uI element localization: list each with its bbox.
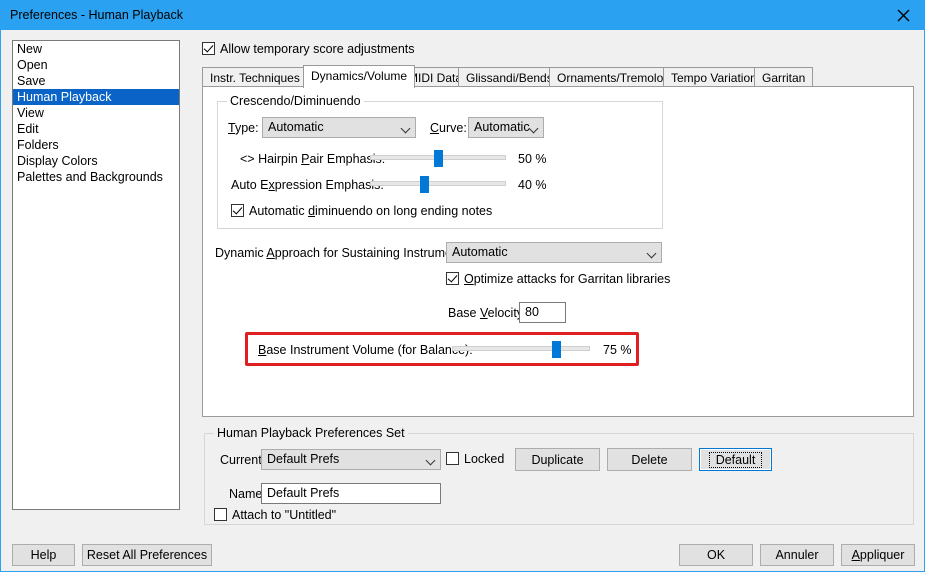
locked-checkbox[interactable]: Locked <box>446 452 504 466</box>
base-instrument-volume-slider[interactable] <box>452 340 590 358</box>
locked-label: Locked <box>464 452 504 466</box>
duplicate-button[interactable]: Duplicate <box>515 448 600 471</box>
slider-thumb[interactable] <box>552 341 561 358</box>
base-instrument-volume-value: 75 % <box>603 343 632 357</box>
slider-thumb[interactable] <box>420 176 429 193</box>
human-playback-preferences-set-group: Human Playback Preferences Set Current: … <box>204 433 914 525</box>
list-item[interactable]: Edit <box>13 121 179 137</box>
automatic-diminuendo-label: Automatic diminuendo on long ending note… <box>249 204 492 218</box>
type-label: Type: <box>228 121 259 135</box>
list-item[interactable]: New <box>13 41 179 57</box>
slider-track <box>370 181 506 186</box>
name-value: Default Prefs <box>267 486 339 500</box>
delete-button[interactable]: Delete <box>607 448 692 471</box>
base-velocity-input[interactable]: 80 <box>519 302 566 323</box>
checkbox-icon <box>214 508 227 521</box>
close-icon[interactable] <box>880 1 925 30</box>
list-item-human-playback[interactable]: Human Playback <box>13 89 179 105</box>
cancel-button[interactable]: Annuler <box>760 544 834 566</box>
chevron-down-icon <box>530 125 537 132</box>
apply-button[interactable]: Appliquer <box>841 544 915 566</box>
auto-expression-emphasis-label: Auto Expression Emphasis: <box>231 178 384 192</box>
curve-combo[interactable]: Automatic <box>468 117 544 138</box>
chevron-down-icon <box>402 125 409 132</box>
chevron-down-icon <box>648 250 655 257</box>
name-input[interactable]: Default Prefs <box>261 483 441 504</box>
hairpin-pair-emphasis-slider[interactable] <box>370 149 506 167</box>
crescendo-diminuendo-group: Crescendo/Diminuendo Type: Automatic Cur… <box>217 101 663 229</box>
help-button[interactable]: Help <box>12 544 75 566</box>
slider-track <box>452 346 590 351</box>
current-prefs-combo[interactable]: Default Prefs <box>261 449 441 470</box>
auto-expression-emphasis-value: 40 % <box>518 178 547 192</box>
tab-garritan[interactable]: Garritan <box>754 67 813 87</box>
chevron-down-icon <box>427 457 434 464</box>
tab-ornaments-tremolos[interactable]: Ornaments/Tremolos <box>549 67 677 87</box>
automatic-diminuendo-checkbox[interactable]: Automatic diminuendo on long ending note… <box>231 204 492 218</box>
preferences-dialog: Preferences - Human Playback New Open Sa… <box>0 0 925 572</box>
list-item[interactable]: View <box>13 105 179 121</box>
current-prefs-value: Default Prefs <box>267 452 339 466</box>
crescendo-group-title: Crescendo/Diminuendo <box>227 94 364 108</box>
dynamic-approach-combo[interactable]: Automatic <box>446 242 662 263</box>
checkbox-icon <box>446 272 459 285</box>
list-item[interactable]: Open <box>13 57 179 73</box>
base-velocity-label: Base Velocity: <box>448 306 527 320</box>
window-title: Preferences - Human Playback <box>10 8 183 22</box>
slider-thumb[interactable] <box>434 150 443 167</box>
tab-instr-techniques[interactable]: Instr. Techniques <box>202 67 308 87</box>
reset-all-preferences-button[interactable]: Reset All Preferences <box>82 544 212 566</box>
list-item[interactable]: Save <box>13 73 179 89</box>
hairpin-pair-emphasis-label: <> Hairpin Pair Emphasis: <box>240 152 385 166</box>
list-item[interactable]: Folders <box>13 137 179 153</box>
allow-temporary-label: Allow temporary score adjustments <box>220 42 415 56</box>
hairpin-pair-emphasis-value: 50 % <box>518 152 547 166</box>
allow-temporary-score-adjustments-checkbox[interactable]: Allow temporary score adjustments <box>202 42 415 56</box>
tab-dynamics-volume[interactable]: Dynamics/Volume <box>303 65 415 88</box>
optimize-attacks-label: Optimize attacks for Garritan libraries <box>464 272 670 286</box>
optimize-attacks-checkbox[interactable]: Optimize attacks for Garritan libraries <box>446 272 670 286</box>
current-label: Current: <box>220 453 265 467</box>
tab-panel-dynamics-volume: Crescendo/Diminuendo Type: Automatic Cur… <box>202 86 914 417</box>
list-item[interactable]: Display Colors <box>13 153 179 169</box>
checkbox-icon <box>202 42 215 55</box>
type-combo[interactable]: Automatic <box>262 117 416 138</box>
ok-button[interactable]: OK <box>679 544 753 566</box>
dynamic-approach-label: Dynamic Approach for Sustaining Instrume… <box>215 246 472 260</box>
default-button[interactable]: Default <box>699 448 772 471</box>
base-velocity-value: 80 <box>525 305 539 319</box>
preferences-category-list[interactable]: New Open Save Human Playback View Edit F… <box>12 40 180 510</box>
tab-strip: Instr. Techniques Dynamics/Volume MIDI D… <box>202 65 914 87</box>
attach-to-untitled-label: Attach to "Untitled" <box>232 508 336 522</box>
auto-expression-emphasis-slider[interactable] <box>370 175 506 193</box>
base-instrument-volume-label: Base Instrument Volume (for Balance): <box>258 343 473 357</box>
title-bar: Preferences - Human Playback <box>1 1 925 30</box>
dynamic-approach-value: Automatic <box>452 245 508 259</box>
tab-glissandi-bends[interactable]: Glissandi/Bends <box>458 67 561 87</box>
curve-combo-value: Automatic <box>474 120 530 134</box>
prefs-set-title: Human Playback Preferences Set <box>214 426 408 440</box>
list-item[interactable]: Palettes and Backgrounds <box>13 169 179 185</box>
attach-to-untitled-checkbox[interactable]: Attach to "Untitled" <box>214 508 336 522</box>
checkbox-icon <box>446 452 459 465</box>
checkbox-icon <box>231 204 244 217</box>
curve-label: Curve: <box>430 121 467 135</box>
type-combo-value: Automatic <box>268 120 324 134</box>
